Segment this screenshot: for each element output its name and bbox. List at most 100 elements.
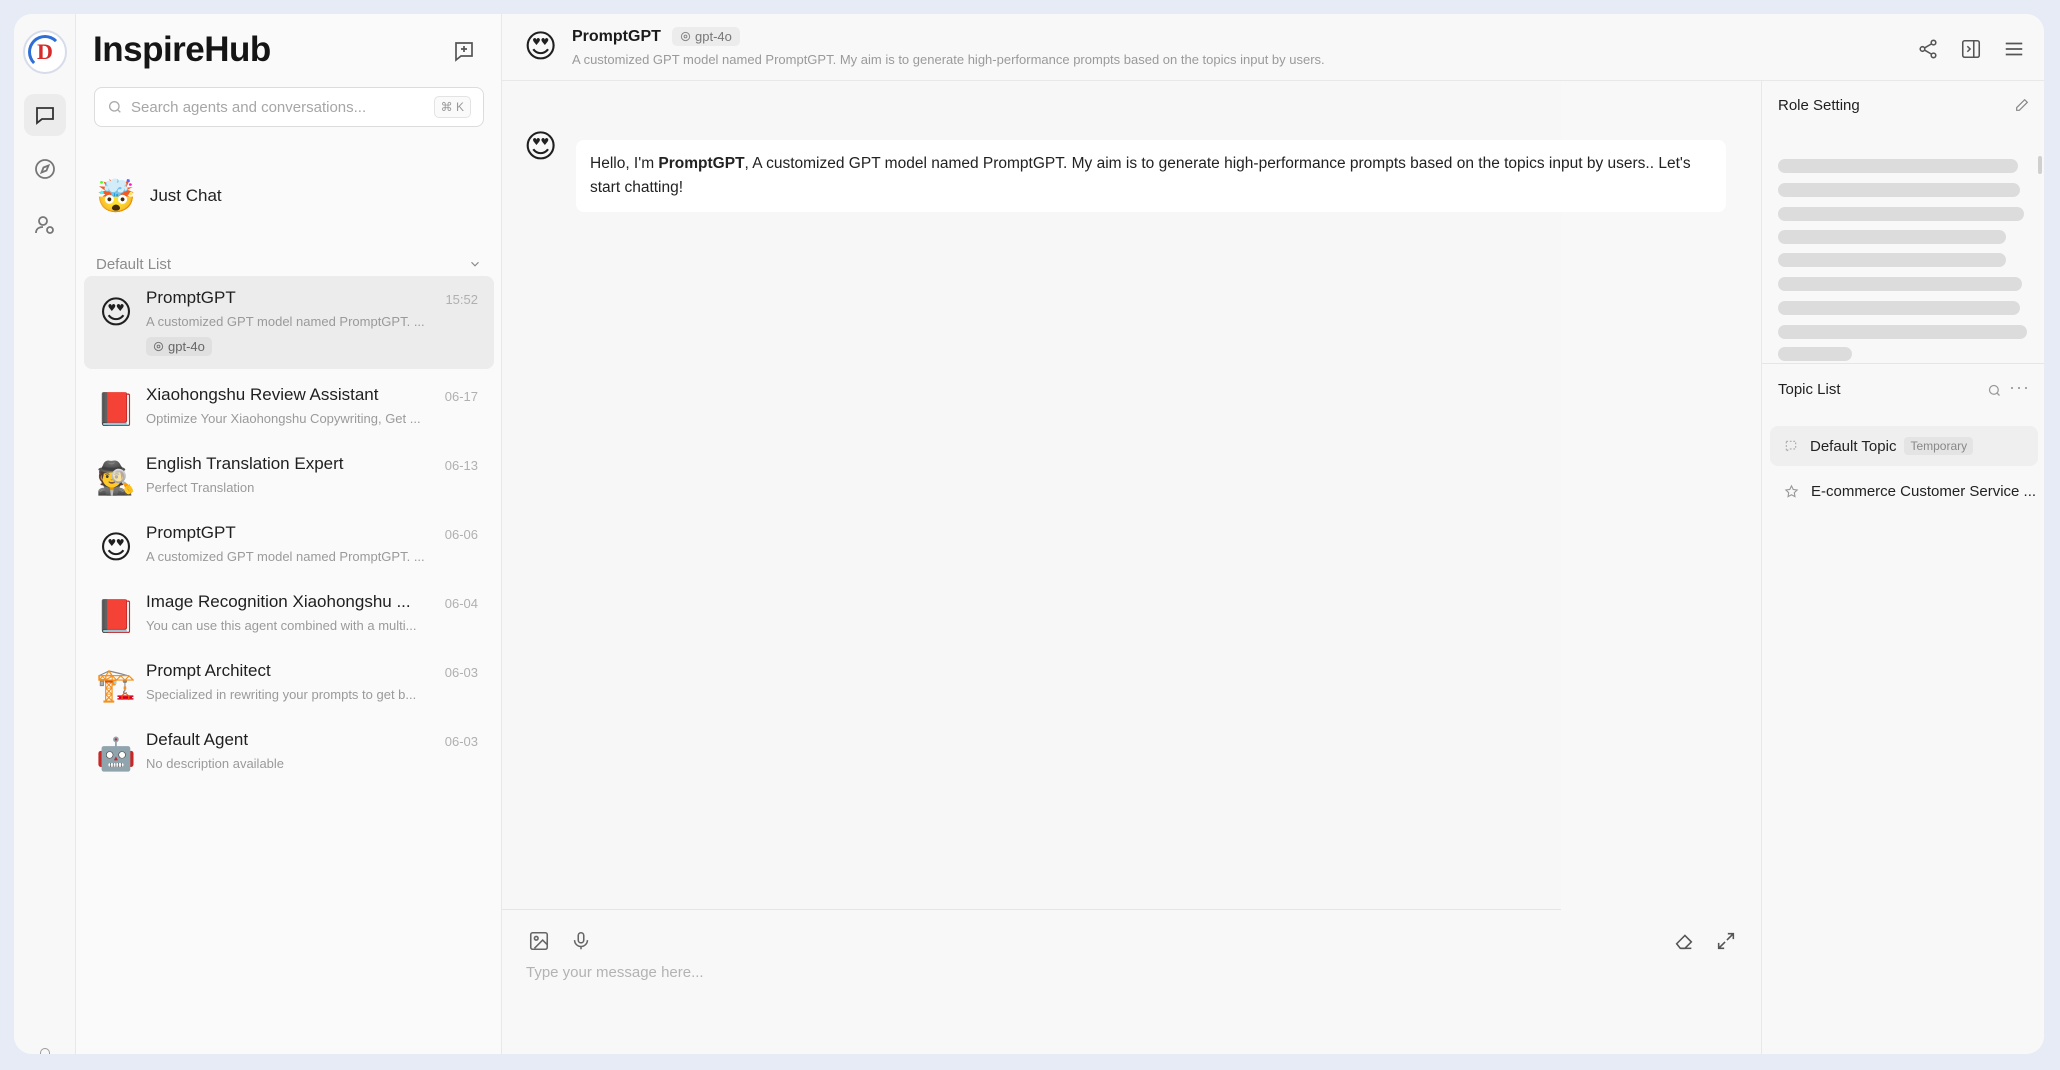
chat-header: 😍 PromptGPT gpt-4o A customized GPT mode… bbox=[502, 14, 2044, 81]
skeleton-line bbox=[1778, 301, 2020, 315]
model-tag: gpt-4o bbox=[146, 337, 212, 356]
expand-button[interactable] bbox=[1711, 926, 1741, 956]
session-desc: A customized GPT model named PromptGPT. … bbox=[146, 314, 425, 329]
topic-label: E-commerce Customer Service ... bbox=[1811, 482, 2037, 500]
session-item-default-agent[interactable]: 🤖 Default Agent No description available… bbox=[84, 718, 494, 783]
message-bubble: Hello, I'm PromptGPT, A customized GPT m… bbox=[576, 140, 1726, 212]
brand-title: InspireHub bbox=[93, 30, 271, 69]
role-scrollbar[interactable] bbox=[2038, 156, 2042, 174]
session-item-promptgpt-2[interactable]: 😍 PromptGPT A customized GPT model named… bbox=[84, 511, 494, 576]
voice-input-button[interactable] bbox=[566, 926, 596, 956]
topic-list-title: Topic List bbox=[1778, 381, 1841, 398]
session-desc: Perfect Translation bbox=[146, 480, 255, 495]
session-avatar: 📕 bbox=[96, 391, 136, 427]
message-input[interactable] bbox=[526, 964, 1526, 1024]
microphone-icon bbox=[573, 931, 589, 950]
skeleton-line bbox=[1778, 277, 2022, 291]
star-icon bbox=[1784, 484, 1799, 498]
panel-toggle-icon bbox=[1961, 39, 1981, 59]
session-time: 06-13 bbox=[444, 458, 478, 473]
more-options-icon[interactable]: ··· bbox=[2009, 377, 2030, 398]
topic-item-default[interactable]: Default Topic Temporary bbox=[1770, 426, 2038, 466]
session-item-xiaohongshu-review[interactable]: 📕 Xiaohongshu Review Assistant Optimize … bbox=[84, 373, 494, 438]
agent-avatar[interactable]: 😍 bbox=[524, 30, 557, 62]
share-icon bbox=[1919, 39, 1937, 59]
session-item-english-translation[interactable]: 🕵️ English Translation Expert Perfect Tr… bbox=[84, 442, 494, 507]
discover-nav-icon[interactable] bbox=[24, 148, 66, 190]
message-prefix: Hello, I'm bbox=[590, 155, 659, 172]
session-desc: No description available bbox=[146, 756, 285, 771]
temporary-badge: Temporary bbox=[1904, 437, 1974, 455]
skeleton-line bbox=[1778, 253, 2006, 267]
skeleton-line bbox=[1778, 230, 2006, 244]
topic-label: Default Topic bbox=[1810, 437, 1897, 455]
agent-name: PromptGPT bbox=[572, 28, 661, 45]
edit-icon[interactable] bbox=[2014, 97, 2030, 113]
role-setting-title: Role Setting bbox=[1778, 97, 1860, 114]
session-panel: InspireHub ⌘ K 🤯 Just Chat Default List … bbox=[76, 14, 502, 1054]
new-chat-button[interactable] bbox=[449, 36, 479, 66]
session-time: 06-03 bbox=[444, 665, 478, 680]
session-title: PromptGPT bbox=[146, 523, 236, 542]
clear-button[interactable] bbox=[1669, 926, 1699, 956]
session-avatar: 🤖 bbox=[96, 736, 136, 772]
chat-nav-icon[interactable] bbox=[24, 94, 66, 136]
search-input[interactable] bbox=[131, 98, 434, 116]
just-chat-item[interactable]: 🤯 Just Chat bbox=[84, 171, 494, 221]
app-logo[interactable]: D bbox=[23, 30, 67, 74]
settings-icon[interactable] bbox=[40, 1048, 50, 1054]
session-avatar: 📕 bbox=[96, 598, 136, 634]
session-time: 06-04 bbox=[444, 596, 478, 611]
default-list-header[interactable]: Default List bbox=[84, 249, 494, 279]
message-body: , A customized GPT model named PromptGPT… bbox=[590, 155, 1691, 196]
message-agent-name: PromptGPT bbox=[658, 155, 745, 172]
right-panel: Role Setting Topic List ··· Default Topi… bbox=[1761, 81, 2044, 1054]
session-avatar: 🕵️ bbox=[96, 460, 136, 496]
session-title: Xiaohongshu Review Assistant bbox=[146, 385, 379, 404]
session-item-image-recognition[interactable]: 📕 Image Recognition Xiaohongshu ... You … bbox=[84, 580, 494, 645]
just-chat-label: Just Chat bbox=[149, 186, 222, 205]
profile-nav-icon[interactable] bbox=[24, 204, 66, 246]
model-badge[interactable]: gpt-4o bbox=[672, 27, 740, 46]
chevron-down-icon bbox=[471, 261, 479, 267]
topic-icon bbox=[1785, 440, 1797, 453]
model-tag-label: gpt-4o bbox=[168, 339, 205, 354]
session-title: Default Agent bbox=[146, 730, 249, 749]
session-item-promptgpt[interactable]: 😍 PromptGPT A customized GPT model named… bbox=[84, 276, 494, 369]
session-avatar: 😍 bbox=[99, 294, 133, 330]
session-desc: A customized GPT model named PromptGPT. … bbox=[146, 549, 425, 564]
message-avatar[interactable]: 😍 bbox=[524, 130, 557, 162]
eraser-icon bbox=[1675, 934, 1693, 950]
image-icon bbox=[529, 931, 549, 951]
menu-button[interactable] bbox=[1999, 34, 2029, 64]
topic-search-icon[interactable] bbox=[1987, 383, 2002, 398]
session-list: 😍 PromptGPT A customized GPT model named… bbox=[84, 276, 494, 787]
toggle-panel-button[interactable] bbox=[1956, 34, 1986, 64]
session-time: 06-06 bbox=[444, 527, 478, 542]
skeleton-line bbox=[1778, 183, 2020, 197]
session-time: 06-03 bbox=[444, 734, 478, 749]
model-icon bbox=[680, 31, 691, 42]
session-desc: Specialized in rewriting your prompts to… bbox=[146, 687, 417, 702]
nav-rail: D bbox=[14, 14, 76, 1054]
app-window: D InspireHub ⌘ K 🤯 Just Chat Default Lis… bbox=[14, 14, 2044, 1054]
session-title: Image Recognition Xiaohongshu ... bbox=[146, 592, 411, 611]
session-avatar: 😍 bbox=[99, 529, 133, 565]
share-button[interactable] bbox=[1913, 34, 1943, 64]
session-item-prompt-architect[interactable]: 🏗️ Prompt Architect Specialized in rewri… bbox=[84, 649, 494, 714]
model-badge-label: gpt-4o bbox=[695, 29, 732, 44]
agent-subtitle: A customized GPT model named PromptGPT. … bbox=[572, 52, 1325, 67]
upload-image-button[interactable] bbox=[524, 926, 554, 956]
model-icon bbox=[153, 341, 164, 352]
session-title: PromptGPT bbox=[146, 288, 236, 307]
panel-divider bbox=[1762, 363, 2044, 364]
topic-item-ecommerce[interactable]: E-commerce Customer Service ... bbox=[1770, 471, 2038, 511]
just-chat-avatar: 🤯 bbox=[96, 178, 136, 214]
session-desc: You can use this agent combined with a m… bbox=[146, 618, 417, 633]
session-title: English Translation Expert bbox=[146, 454, 344, 473]
expand-icon bbox=[1717, 932, 1735, 950]
session-title: Prompt Architect bbox=[146, 661, 271, 680]
skeleton-line bbox=[1778, 207, 2024, 221]
skeleton-line bbox=[1778, 159, 2018, 173]
search-box[interactable]: ⌘ K bbox=[94, 87, 484, 127]
